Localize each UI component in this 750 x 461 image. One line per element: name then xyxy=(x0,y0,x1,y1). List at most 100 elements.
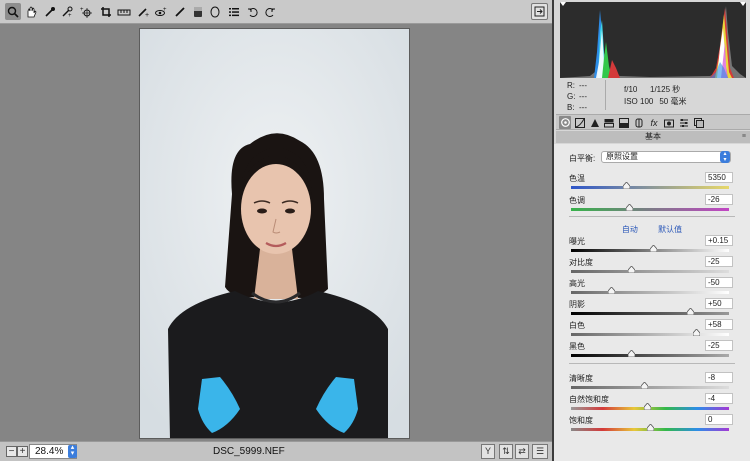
exif-info: f/10 1/125 秒 ISO 100 50 毫米 xyxy=(624,84,692,108)
slider-value-field[interactable]: -26 xyxy=(705,194,733,205)
svg-text:+: + xyxy=(145,12,149,18)
file-name: DSC_5999.NEF xyxy=(213,446,285,457)
slider-label: 黑色 xyxy=(569,342,585,351)
slider-handle[interactable] xyxy=(628,350,636,357)
panel-tabs: fx xyxy=(556,114,750,130)
hand-tool-icon[interactable] xyxy=(23,3,39,20)
slider-handle[interactable] xyxy=(626,204,634,211)
slider-vibrance: 自然饱和度 -4 xyxy=(569,393,733,414)
white-balance-select[interactable]: 原照设置 ▴ ▾ xyxy=(601,151,731,163)
slider-track[interactable] xyxy=(571,386,729,389)
panel-menu-icon[interactable]: ≡ xyxy=(742,131,746,143)
rotate-right-icon[interactable] xyxy=(262,3,278,20)
targeted-adjustment-tool-icon[interactable]: + xyxy=(78,3,94,20)
svg-text:+: + xyxy=(68,13,72,18)
slider-track[interactable] xyxy=(571,312,729,315)
slider-value-field[interactable]: -4 xyxy=(705,393,733,404)
slider-label: 饱和度 xyxy=(569,416,593,425)
slider-handle[interactable] xyxy=(686,308,694,315)
slider-saturation: 饱和度 0 xyxy=(569,414,733,435)
fullscreen-toggle-icon[interactable] xyxy=(531,3,548,20)
section-header: 基本 ≡ xyxy=(556,131,750,143)
swap-settings-icon[interactable]: ⇅ xyxy=(499,444,513,459)
red-eye-tool-icon[interactable]: + xyxy=(153,3,169,20)
slider-handle[interactable] xyxy=(623,182,631,189)
b-value: --- xyxy=(579,103,587,112)
tab-lens-icon[interactable] xyxy=(633,116,645,129)
slider-value-field[interactable]: +0.15 xyxy=(705,235,733,246)
slider-temp: 色温 5350 xyxy=(569,172,733,193)
slider-label: 清晰度 xyxy=(569,374,593,383)
slider-handle[interactable] xyxy=(628,266,636,273)
crop-tool-icon[interactable] xyxy=(98,3,114,20)
radial-filter-tool-icon[interactable] xyxy=(207,3,223,20)
zoom-out-button[interactable]: − xyxy=(6,446,17,457)
graduated-filter-tool-icon[interactable] xyxy=(190,3,206,20)
slider-value-field[interactable]: 5350 xyxy=(705,172,733,183)
slider-value-field[interactable]: -8 xyxy=(705,372,733,383)
slider-whites: 白色 +58 xyxy=(569,319,733,340)
adjustments-panel: R: --- G: --- B: --- f/10 1/125 秒 ISO 100 50 … xyxy=(552,0,750,461)
tab-split-toning-icon[interactable] xyxy=(618,116,630,129)
tab-hsl-icon[interactable] xyxy=(603,116,615,129)
tab-camera-calibration-icon[interactable] xyxy=(663,116,675,129)
slider-track[interactable] xyxy=(571,354,729,357)
spot-removal-tool-icon[interactable]: + xyxy=(135,3,151,20)
slider-handle[interactable] xyxy=(607,287,615,294)
tab-tone-curve-icon[interactable] xyxy=(574,116,586,129)
color-sampler-tool-icon[interactable]: + xyxy=(59,3,75,20)
slider-clarity: 清晰度 -8 xyxy=(569,372,733,393)
compare-icon[interactable]: Y xyxy=(481,444,495,459)
g-label: G: xyxy=(567,92,576,101)
camera-raw-window: + + + + − + 28.4% ▴ ▾ DSC_5999.NEF Y ⇅ ⇄… xyxy=(0,0,750,461)
straighten-tool-icon[interactable] xyxy=(116,3,132,20)
copy-settings-icon[interactable]: ⇄ xyxy=(515,444,529,459)
tab-snapshots-icon[interactable] xyxy=(693,116,705,129)
slider-track[interactable] xyxy=(571,333,729,336)
iso-value: ISO 100 xyxy=(624,97,654,106)
adjustment-brush-tool-icon[interactable] xyxy=(172,3,188,20)
zoom-in-button[interactable]: + xyxy=(17,446,28,457)
slider-handle[interactable] xyxy=(643,403,651,410)
slider-label: 高光 xyxy=(569,279,585,288)
auto-link[interactable]: 自动 xyxy=(622,225,638,234)
tab-effects-icon[interactable]: fx xyxy=(648,116,660,129)
slider-handle[interactable] xyxy=(640,382,648,389)
photo-preview xyxy=(139,28,410,439)
tab-detail-icon[interactable] xyxy=(589,116,601,129)
tab-basic-icon[interactable] xyxy=(559,116,571,129)
status-bar: − + 28.4% ▴ ▾ DSC_5999.NEF Y ⇅ ⇄ ☰ xyxy=(0,441,552,461)
slider-track[interactable] xyxy=(571,208,729,211)
slider-value-field[interactable]: +58 xyxy=(705,319,733,330)
zoom-tool-icon[interactable] xyxy=(5,3,21,20)
image-canvas[interactable] xyxy=(0,25,552,441)
slider-label: 色调 xyxy=(569,196,585,205)
white-balance-tool-icon[interactable] xyxy=(42,3,58,20)
slider-value-field[interactable]: 0 xyxy=(705,414,733,425)
rotate-left-icon[interactable] xyxy=(245,3,261,20)
slider-handle[interactable] xyxy=(650,245,658,252)
slider-track[interactable] xyxy=(571,270,729,273)
slider-handle[interactable] xyxy=(647,424,654,431)
zoom-level-spinner[interactable]: ▴ ▾ xyxy=(68,444,77,458)
default-link[interactable]: 默认值 xyxy=(658,225,682,234)
portrait-image xyxy=(140,29,409,438)
tab-presets-icon[interactable] xyxy=(678,116,690,129)
slider-value-field[interactable]: -25 xyxy=(705,256,733,267)
slider-track[interactable] xyxy=(571,291,729,294)
preferences-list-icon[interactable] xyxy=(226,3,242,20)
slider-contrast: 对比度 -25 xyxy=(569,256,733,277)
divider xyxy=(569,216,735,217)
chevron-up-down-icon: ▴ ▾ xyxy=(720,151,730,163)
toggle-settings-icon[interactable]: ☰ xyxy=(532,444,548,459)
slider-value-field[interactable]: -25 xyxy=(705,340,733,351)
shutter-value: 1/125 秒 xyxy=(650,85,681,94)
slider-value-field[interactable]: +50 xyxy=(705,298,733,309)
b-label: B: xyxy=(567,103,575,112)
slider-track[interactable] xyxy=(571,186,729,189)
slider-blacks: 黑色 -25 xyxy=(569,340,733,361)
slider-value-field[interactable]: -50 xyxy=(705,277,733,288)
readout-divider xyxy=(605,80,606,110)
auto-default-links: 自动 默认值 xyxy=(554,224,750,235)
slider-handle[interactable] xyxy=(692,329,700,336)
